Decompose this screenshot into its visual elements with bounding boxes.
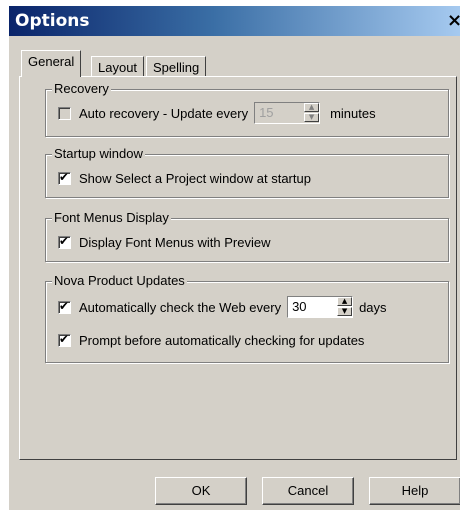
arrow-up-icon[interactable]: ▲: [337, 297, 353, 306]
startup-window-group: Startup window Show Select a Project win…: [45, 146, 449, 198]
font-menus-group: Font Menus Display Display Font Menus wi…: [45, 210, 449, 262]
help-button[interactable]: Help: [369, 477, 460, 505]
auto-recovery-row: Auto recovery - Update every 15 ▲ ▼ minu…: [58, 102, 376, 124]
recovery-group-title: Recovery: [52, 81, 111, 97]
recovery-interval-arrows: ▲ ▼: [304, 103, 320, 123]
auto-recovery-label: Auto recovery - Update every: [79, 105, 249, 121]
font-menus-group-title: Font Menus Display: [52, 210, 171, 226]
auto-recovery-checkbox[interactable]: [58, 106, 71, 120]
prompt-row: Prompt before automatically checking for…: [58, 330, 364, 350]
window-title: Options: [15, 11, 90, 31]
ok-button[interactable]: OK: [155, 477, 247, 505]
check-interval-stepper[interactable]: 30 ▲ ▼: [287, 296, 354, 318]
auto-check-web-label: Automatically check the Web every: [79, 299, 282, 315]
tab-panel-general: Recovery Auto recovery - Update every 15…: [19, 76, 457, 460]
close-icon[interactable]: ×: [447, 11, 460, 31]
show-select-project-checkbox[interactable]: [58, 170, 71, 185]
recovery-group: Recovery Auto recovery - Update every 15…: [45, 81, 449, 137]
arrow-down-icon[interactable]: ▼: [304, 113, 320, 122]
auto-check-row: Automatically check the Web every 30 ▲ ▼…: [58, 296, 387, 318]
check-interval-unit: days: [359, 299, 387, 315]
recovery-interval-value: 15: [259, 105, 274, 120]
arrow-up-icon[interactable]: ▲: [304, 103, 320, 112]
prompt-before-check-label: Prompt before automatically checking for…: [79, 332, 365, 348]
options-dialog: Options × General Layout Spelling Recove…: [8, 6, 460, 510]
recovery-interval-stepper[interactable]: 15 ▲ ▼: [254, 102, 321, 124]
show-select-project-label: Show Select a Project window at startup: [79, 170, 311, 186]
product-updates-group: Nova Product Updates Automatically check…: [45, 273, 449, 363]
startup-window-group-title: Startup window: [52, 146, 145, 162]
font-preview-label: Display Font Menus with Preview: [79, 234, 271, 250]
auto-check-web-checkbox[interactable]: [58, 299, 71, 314]
recovery-interval-unit: minutes: [330, 105, 376, 121]
check-interval-value: 30: [292, 299, 307, 314]
font-preview-row: Display Font Menus with Preview: [58, 232, 270, 252]
cancel-button[interactable]: Cancel: [262, 477, 354, 505]
tab-general[interactable]: General: [21, 50, 82, 77]
show-select-project-row: Show Select a Project window at startup: [58, 168, 311, 188]
font-preview-checkbox[interactable]: [58, 234, 71, 249]
product-updates-group-title: Nova Product Updates: [52, 273, 187, 289]
arrow-down-icon[interactable]: ▼: [337, 307, 353, 316]
title-bar[interactable]: Options ×: [9, 6, 460, 36]
check-interval-arrows: ▲ ▼: [337, 297, 353, 317]
prompt-before-check-checkbox[interactable]: [58, 332, 71, 347]
